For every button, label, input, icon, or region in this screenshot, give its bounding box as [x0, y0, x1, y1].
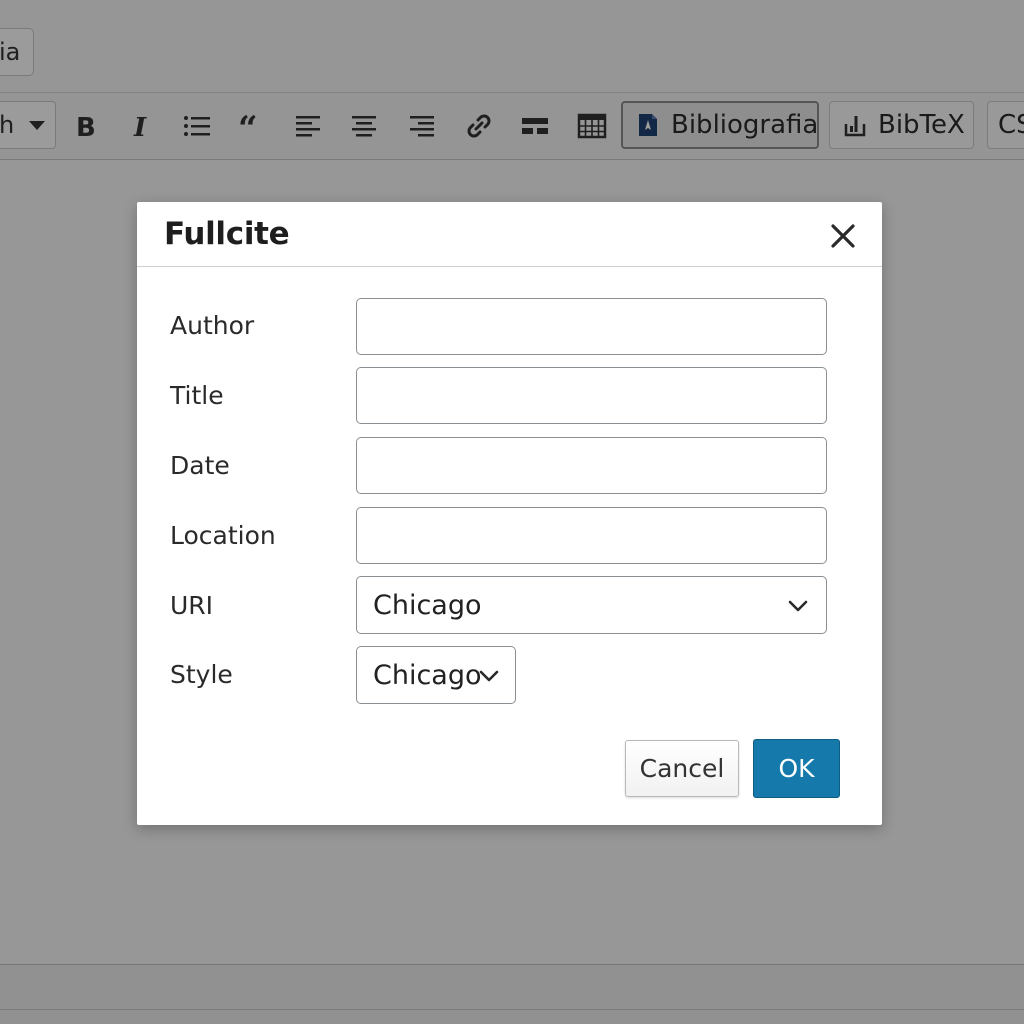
dialog-title: Fullcite — [164, 216, 290, 252]
chevron-down-icon — [478, 665, 500, 687]
author-label: Author — [170, 311, 255, 340]
uri-select-value: Chicago — [373, 589, 482, 621]
title-input[interactable] — [356, 367, 827, 424]
cancel-button[interactable]: Cancel — [625, 740, 739, 797]
title-label: Title — [170, 381, 224, 410]
author-input[interactable] — [356, 298, 827, 355]
ok-button[interactable]: OK — [753, 739, 840, 798]
dialog-header: Fullcite — [137, 202, 882, 267]
location-label: Location — [170, 521, 276, 550]
date-label: Date — [170, 451, 230, 480]
date-input[interactable] — [356, 437, 827, 494]
chevron-down-icon — [787, 595, 809, 617]
location-input[interactable] — [356, 507, 827, 564]
uri-select[interactable]: Chicago — [356, 576, 827, 634]
close-button[interactable] — [825, 218, 861, 254]
style-select[interactable]: Chicago — [356, 646, 516, 704]
close-icon — [831, 224, 855, 248]
style-select-value: Chicago — [373, 659, 482, 691]
uri-label: URI — [170, 591, 214, 620]
style-label: Style — [170, 660, 233, 689]
fullcite-dialog: Fullcite Author Title Date Location URI … — [137, 202, 882, 825]
